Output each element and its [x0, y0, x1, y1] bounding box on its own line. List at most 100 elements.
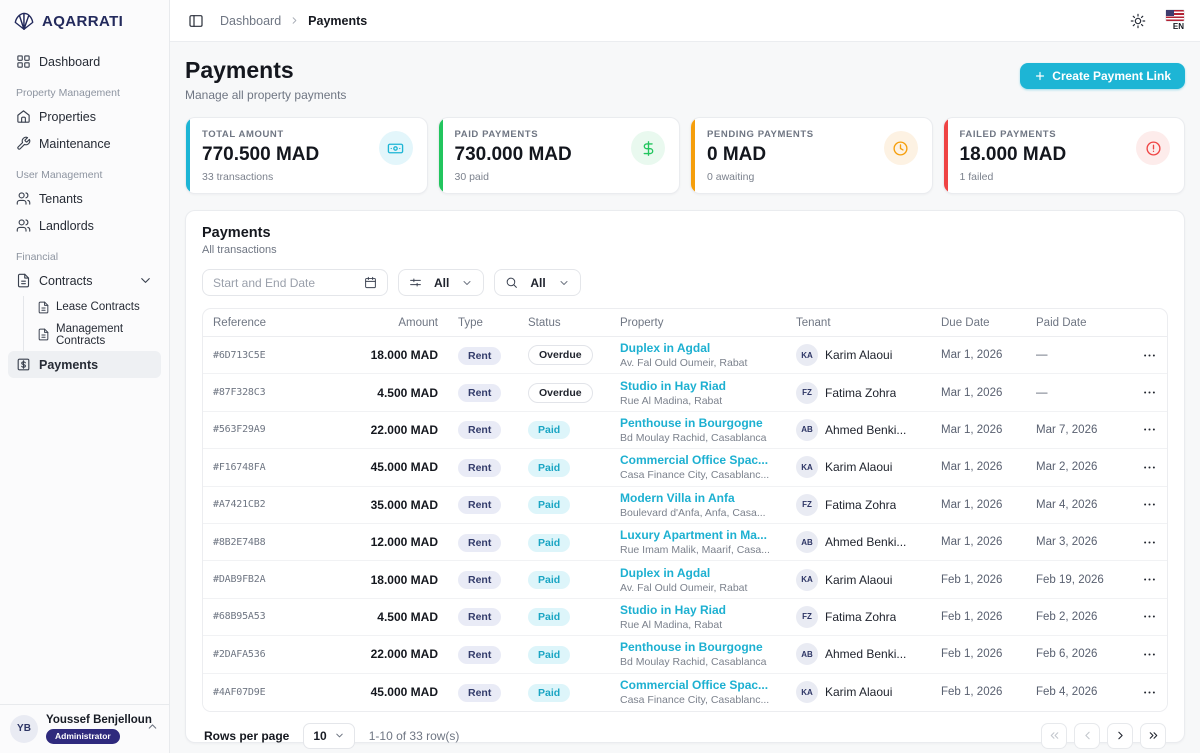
previous-page-button[interactable]: [1074, 723, 1100, 749]
sun-icon: [1130, 13, 1146, 29]
sidebar-toggle-button[interactable]: [186, 11, 206, 31]
user-name: Youssef Benjelloun: [46, 714, 138, 726]
status-filter-select[interactable]: All: [398, 269, 484, 296]
due-date: Mar 1, 2026: [931, 536, 1026, 548]
sidebar-item-management-contracts[interactable]: Management Contracts: [31, 318, 161, 351]
ellipsis-icon: [1142, 609, 1157, 624]
ellipsis-icon: [1142, 535, 1157, 550]
property-link[interactable]: Duplex in Agdal: [620, 566, 776, 580]
row-actions-button[interactable]: [1141, 422, 1157, 437]
banknote-icon: [379, 131, 413, 165]
main-area: Dashboard Payments EN Payments: [170, 0, 1200, 753]
language-switch[interactable]: EN: [1166, 10, 1184, 31]
stat-value: 730.000 MAD: [455, 144, 572, 166]
breadcrumb-dashboard[interactable]: Dashboard: [220, 14, 281, 28]
property-link[interactable]: Commercial Office Spac...: [620, 453, 776, 467]
payment-amount: 22.000 MAD: [343, 647, 448, 661]
row-actions-button[interactable]: [1141, 385, 1157, 400]
property-cell: Duplex in Agdal Av. Fal Ould Oumeir, Rab…: [610, 341, 786, 369]
sliders-icon: [409, 276, 422, 289]
row-actions-button[interactable]: [1141, 647, 1157, 662]
next-page-button[interactable]: [1107, 723, 1133, 749]
status-badge: Paid: [528, 459, 570, 477]
property-link[interactable]: Studio in Hay Riad: [620, 603, 776, 617]
date-range-placeholder: Start and End Date: [213, 276, 315, 290]
tenant-avatar: FZ: [796, 494, 818, 516]
sidebar-item-tenants[interactable]: Tenants: [8, 185, 161, 212]
file-text-icon: [37, 301, 50, 314]
page-content: Payments Manage all property payments Cr…: [170, 42, 1200, 753]
type-badge: Rent: [458, 646, 501, 664]
last-page-button[interactable]: [1140, 723, 1166, 749]
row-actions-button[interactable]: [1141, 685, 1157, 700]
property-link[interactable]: Modern Villa in Anfa: [620, 491, 776, 505]
row-actions-cell: [1131, 535, 1167, 550]
stat-texts: PENDING PAYMENTS 0 MAD 0 awaiting: [707, 129, 814, 183]
home-icon: [16, 109, 31, 124]
payment-status-cell: Paid: [518, 683, 610, 702]
paid-date: —: [1026, 387, 1131, 399]
first-page-button[interactable]: [1041, 723, 1067, 749]
stat-value: 18.000 MAD: [960, 144, 1067, 166]
sidebar-item-contracts[interactable]: Contracts: [8, 267, 161, 294]
table-row: #2DAFA536 22.000 MAD Rent Paid Penthouse…: [203, 636, 1167, 673]
row-actions-button[interactable]: [1141, 572, 1157, 587]
type-badge: Rent: [458, 684, 501, 702]
row-actions-button[interactable]: [1141, 535, 1157, 550]
table-row: #68B95A53 4.500 MAD Rent Paid Studio in …: [203, 599, 1167, 636]
property-link[interactable]: Duplex in Agdal: [620, 341, 776, 355]
due-date: Feb 1, 2026: [931, 648, 1026, 660]
row-actions-cell: [1131, 685, 1167, 700]
rows-per-page-select[interactable]: 10: [303, 723, 354, 749]
payment-reference: #6D713C5E: [203, 350, 343, 361]
payment-amount: 45.000 MAD: [343, 460, 448, 474]
payment-amount: 12.000 MAD: [343, 535, 448, 549]
chevron-down-icon: [461, 277, 473, 289]
sidebar-item-landlords[interactable]: Landlords: [8, 212, 161, 239]
row-actions-button[interactable]: [1141, 460, 1157, 475]
sidebar-section-user-management: User Management: [8, 157, 161, 185]
payments-table: Reference Amount Type Status Property Te…: [202, 308, 1168, 712]
status-badge: Paid: [528, 534, 570, 552]
due-date: Feb 1, 2026: [931, 574, 1026, 586]
user-menu[interactable]: YB Youssef Benjelloun Administrator: [0, 704, 169, 753]
table-row: #6D713C5E 18.000 MAD Rent Overdue Duplex…: [203, 337, 1167, 374]
sidebar-item-dashboard[interactable]: Dashboard: [8, 48, 161, 75]
property-link[interactable]: Studio in Hay Riad: [620, 379, 776, 393]
sidebar-item-label: Contracts: [39, 274, 93, 288]
type-badge: Rent: [458, 384, 501, 402]
chevrons-right-icon: [1147, 729, 1160, 742]
tenant-cell: KA Karim Alaoui: [786, 569, 931, 591]
stat-value: 770.500 MAD: [202, 144, 319, 166]
row-actions-button[interactable]: [1141, 348, 1157, 363]
row-actions-button[interactable]: [1141, 497, 1157, 512]
sidebar-item-maintenance[interactable]: Maintenance: [8, 130, 161, 157]
tenant-name: Ahmed Benki...: [825, 423, 906, 437]
property-link[interactable]: Commercial Office Spac...: [620, 678, 776, 692]
create-payment-link-button[interactable]: Create Payment Link: [1020, 63, 1185, 89]
sidebar-item-payments[interactable]: Payments: [8, 351, 161, 378]
row-actions-button[interactable]: [1141, 609, 1157, 624]
users-icon: [16, 191, 31, 206]
sidebar-item-properties[interactable]: Properties: [8, 103, 161, 130]
property-link[interactable]: Penthouse in Bourgogne: [620, 640, 776, 654]
date-range-input[interactable]: Start and End Date: [202, 269, 388, 296]
sidebar-item-label: Tenants: [39, 192, 83, 206]
property-link[interactable]: Luxury Apartment in Ma...: [620, 528, 776, 542]
row-actions-cell: [1131, 385, 1167, 400]
tenant-avatar: KA: [796, 569, 818, 591]
payment-type-cell: Rent: [448, 383, 518, 402]
sidebar-item-label: Dashboard: [39, 55, 100, 69]
wrench-icon: [16, 136, 31, 151]
row-actions-cell: [1131, 460, 1167, 475]
type-badge: Rent: [458, 347, 501, 365]
property-link[interactable]: Penthouse in Bourgogne: [620, 416, 776, 430]
sidebar-item-lease-contracts[interactable]: Lease Contracts: [31, 296, 161, 318]
search-filter-select[interactable]: All: [494, 269, 580, 296]
clock-icon: [884, 131, 918, 165]
property-cell: Duplex in Agdal Av. Fal Ould Oumeir, Rab…: [610, 566, 786, 594]
property-address: Rue Al Madina, Rabat: [620, 619, 776, 631]
tenant-avatar: AB: [796, 419, 818, 441]
theme-toggle-button[interactable]: [1128, 11, 1148, 31]
tenant-avatar: AB: [796, 643, 818, 665]
